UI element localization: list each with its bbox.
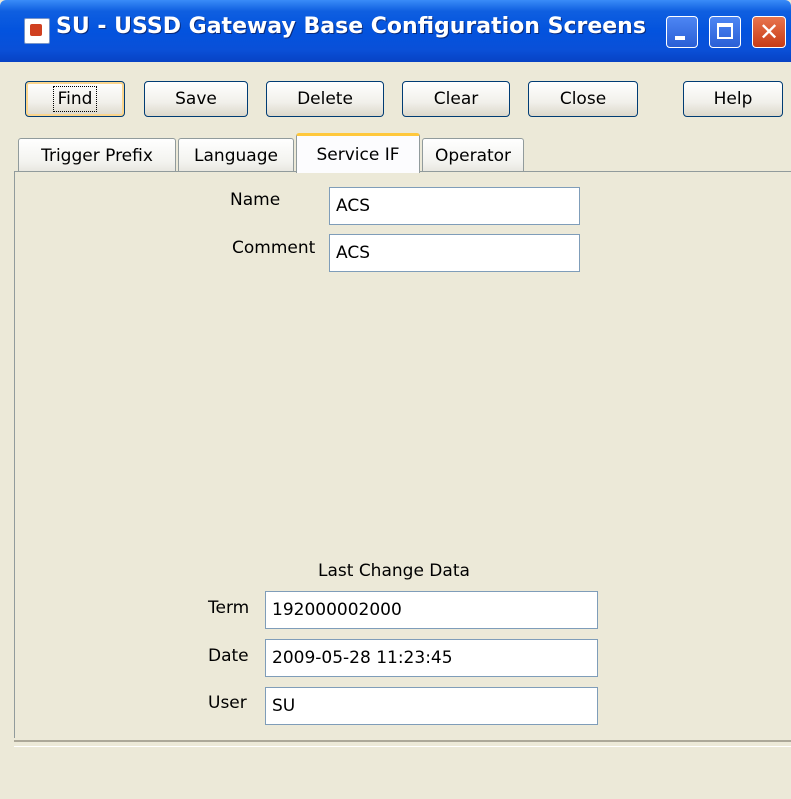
date-label: Date bbox=[208, 646, 249, 666]
close-window-button[interactable]: ✕ bbox=[752, 16, 786, 48]
tab-trigger-prefix[interactable]: Trigger Prefix bbox=[18, 138, 176, 172]
status-bar bbox=[14, 740, 791, 799]
save-button[interactable]: Save bbox=[144, 81, 248, 117]
last-change-heading: Last Change Data bbox=[318, 561, 470, 581]
window-left-edge bbox=[0, 62, 14, 799]
help-button[interactable]: Help bbox=[683, 81, 783, 117]
comment-label: Comment bbox=[232, 238, 316, 258]
comment-field[interactable]: ACS bbox=[329, 234, 580, 272]
title-bar[interactable]: SU - USSD Gateway Base Configuration Scr… bbox=[0, 0, 791, 62]
tab-bar: Trigger Prefix Language Service IF Opera… bbox=[14, 132, 791, 173]
application-window: SU - USSD Gateway Base Configuration Scr… bbox=[0, 0, 791, 799]
tab-language[interactable]: Language bbox=[178, 138, 294, 172]
tab-operator[interactable]: Operator bbox=[422, 138, 524, 172]
term-field[interactable]: 192000002000 bbox=[265, 591, 598, 629]
tab-service-if[interactable]: Service IF bbox=[296, 133, 420, 173]
name-label: Name bbox=[230, 190, 281, 210]
term-label: Term bbox=[208, 598, 250, 618]
user-field[interactable]: SU bbox=[265, 687, 598, 725]
find-button[interactable]: Find bbox=[25, 81, 125, 117]
name-field[interactable]: ACS bbox=[329, 187, 580, 225]
window-title: SU - USSD Gateway Base Configuration Scr… bbox=[56, 14, 646, 39]
date-field[interactable]: 2009-05-28 11:23:45 bbox=[265, 639, 598, 677]
clear-button[interactable]: Clear bbox=[402, 81, 510, 117]
close-icon: ✕ bbox=[758, 18, 780, 46]
find-button-label: Find bbox=[52, 86, 98, 112]
minimize-button[interactable] bbox=[666, 16, 698, 48]
maximize-button[interactable] bbox=[709, 16, 741, 48]
toolbar: Find Save Delete Clear Close Help bbox=[0, 62, 791, 126]
user-label: User bbox=[208, 693, 247, 713]
delete-button[interactable]: Delete bbox=[266, 81, 384, 117]
java-app-icon[interactable] bbox=[24, 18, 50, 44]
tab-content-panel: Name ACS Comment ACS Last Change Data Te… bbox=[14, 171, 791, 738]
close-button[interactable]: Close bbox=[528, 81, 638, 117]
